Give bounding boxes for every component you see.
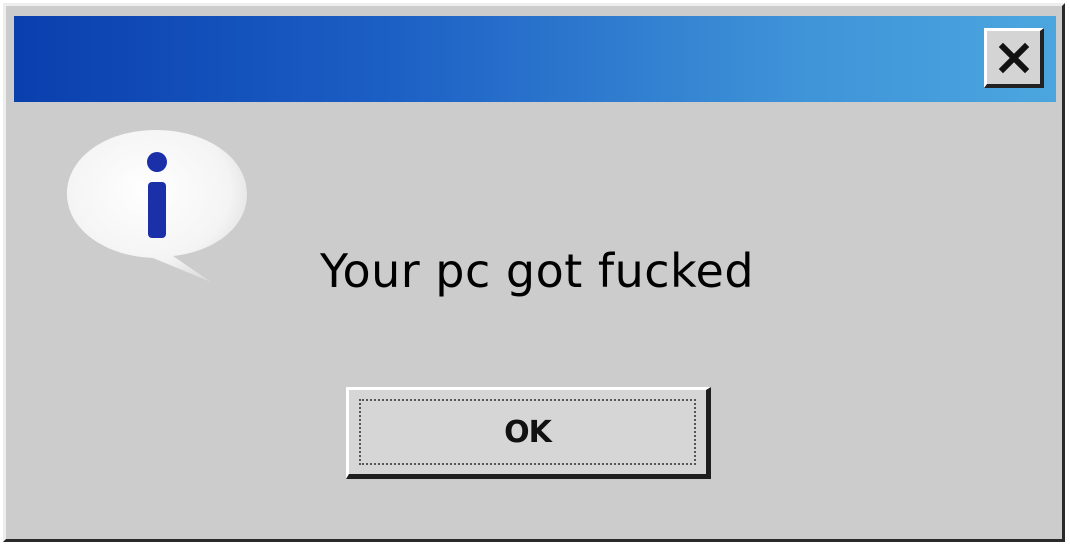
- title-bar[interactable]: [14, 16, 1056, 102]
- dialog-message: Your pc got fucked: [319, 244, 755, 298]
- ok-button-label: OK: [504, 414, 552, 450]
- info-dialog: Your pc got fucked OK: [3, 3, 1065, 542]
- close-icon: [997, 41, 1031, 75]
- focus-rectangle: OK: [359, 399, 696, 465]
- close-button[interactable]: [984, 28, 1044, 88]
- ok-button[interactable]: OK: [346, 387, 711, 479]
